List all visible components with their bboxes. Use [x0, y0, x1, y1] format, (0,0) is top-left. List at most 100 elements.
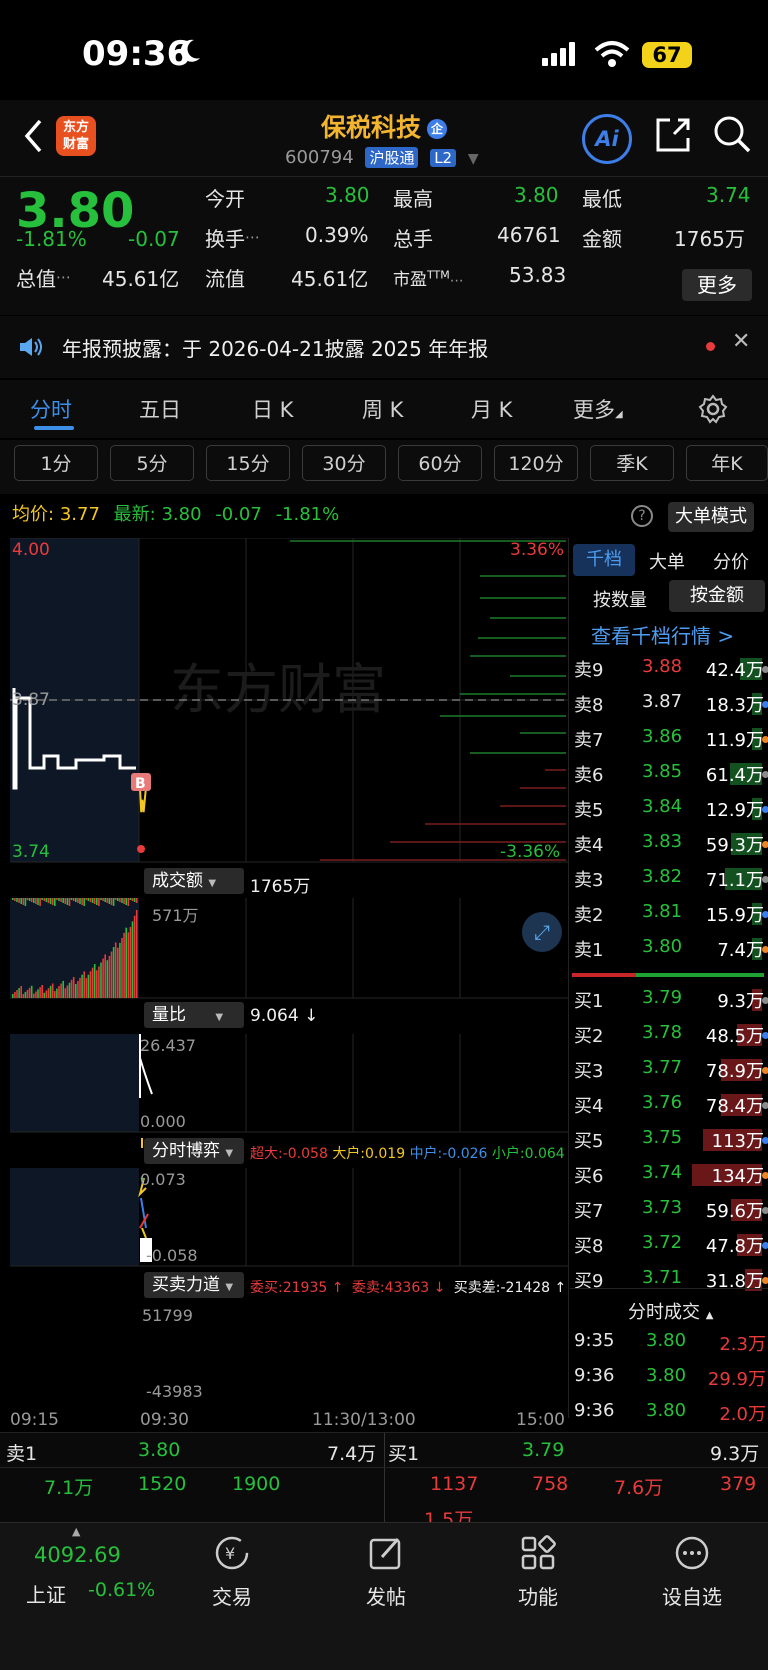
volume-bar	[81, 974, 83, 998]
period-15m[interactable]: 15分	[206, 445, 290, 481]
volume-bar	[79, 977, 81, 998]
index-name[interactable]: 上证	[26, 1579, 66, 1608]
expand-icon[interactable]: ⤢	[522, 912, 562, 952]
buy-row[interactable]: 买4 3.76 78.4万	[572, 1088, 768, 1122]
share-icon[interactable]	[654, 116, 692, 154]
buy-row[interactable]: 买9 3.71 31.8万	[572, 1263, 768, 1297]
tab-week-k[interactable]: 周 K	[362, 394, 403, 424]
tab-big-orders[interactable]: 大单	[649, 548, 685, 574]
period-120m[interactable]: 120分	[494, 445, 578, 481]
volume-bar	[104, 954, 106, 998]
help-icon[interactable]: ?	[631, 505, 653, 527]
sell-row[interactable]: 卖3 3.82 71.1万	[572, 862, 768, 896]
buy-row[interactable]: 买6 3.74 134万	[572, 1158, 768, 1192]
buy-row[interactable]: 买5 3.75 113万	[572, 1123, 768, 1157]
time-label: 09:30	[140, 1410, 189, 1430]
ai-button[interactable]: Ai	[582, 114, 632, 164]
buy-row[interactable]: 买7 3.73 59.6万	[572, 1193, 768, 1227]
nav-add-watchlist[interactable]: 设自选	[637, 1581, 747, 1610]
trade-icon[interactable]: ¥	[214, 1535, 250, 1571]
ratio-indicator-select[interactable]: 量比 ▼	[144, 1002, 244, 1028]
sell-row[interactable]: 卖2 3.81 15.9万	[572, 897, 768, 931]
summary-right-cell: 379	[720, 1473, 757, 1495]
tab-month-k[interactable]: 月 K	[471, 394, 512, 424]
pct-bottom-label: -3.36%	[500, 842, 561, 862]
mktcap-label[interactable]: 总值⋯	[16, 263, 71, 292]
sell-row[interactable]: 卖6 3.85 61.4万	[572, 757, 768, 791]
pe-label[interactable]: 市盈TTM⋯	[393, 265, 464, 290]
buy-row[interactable]: 买3 3.77 78.9万	[572, 1053, 768, 1087]
stock-name[interactable]: 保税科技企	[0, 108, 768, 144]
tick-volume: 2.0万	[719, 1404, 766, 1425]
volume-bar	[100, 898, 102, 900]
force-indicator-select[interactable]: 买卖力道 ▼	[144, 1272, 244, 1298]
summary-right-cell: 1137	[430, 1473, 479, 1495]
turnover-label[interactable]: 换手⋯	[205, 223, 260, 252]
tick-row: 9:35 3.80 2.3万	[572, 1330, 768, 1360]
buy-row[interactable]: 买2 3.78 48.5万	[572, 1018, 768, 1052]
settings-gear-icon[interactable]	[698, 394, 728, 424]
search-icon[interactable]	[712, 114, 752, 154]
premarket-bg	[10, 1168, 139, 1266]
unread-dot	[706, 342, 715, 351]
sell-row[interactable]: 卖1 3.80 7.4万	[572, 932, 768, 966]
level-label: 卖8	[574, 695, 604, 716]
tab-five-day[interactable]: 五日	[139, 394, 181, 424]
view-depth-link[interactable]: 查看千档行情 >	[591, 620, 734, 649]
volume-bar	[51, 983, 54, 998]
nav-post[interactable]: 发帖	[331, 1581, 441, 1610]
change-value: -0.07	[128, 227, 180, 251]
level-dot	[762, 666, 768, 673]
volume-bar	[35, 898, 37, 904]
volume-bar	[43, 992, 46, 998]
volume-bar	[131, 921, 134, 998]
period-year-k[interactable]: 年K	[686, 445, 768, 481]
level-price: 3.72	[642, 1232, 683, 1253]
big-order-mode-button[interactable]: 大单模式	[668, 502, 754, 532]
watchlist-icon[interactable]	[674, 1535, 710, 1571]
volume-bar	[12, 898, 14, 900]
stock-code-row[interactable]: 600794 沪股通 L2 ▼	[285, 147, 479, 168]
period-5m[interactable]: 5分	[110, 445, 194, 481]
amount-indicator-select[interactable]: 成交额 ▼	[144, 868, 244, 894]
sell-row[interactable]: 卖9 3.88 42.4万	[572, 652, 768, 686]
tab-intraday[interactable]: 分时	[30, 394, 72, 424]
sell-row[interactable]: 卖8 3.87 18.3万	[572, 687, 768, 721]
period-60m[interactable]: 60分	[398, 445, 482, 481]
index-value[interactable]: 4092.69	[34, 1543, 121, 1567]
tab-day-k[interactable]: 日 K	[252, 394, 293, 424]
level-label: 买6	[574, 1166, 604, 1187]
notice-text: 年报预披露：于 2026-04-21披露 2025 年年报	[62, 337, 489, 361]
volume-bar	[110, 951, 113, 998]
period-season-k[interactable]: 季K	[590, 445, 674, 481]
more-button[interactable]: 更多	[682, 269, 752, 301]
sell-row[interactable]: 卖5 3.84 12.9万	[572, 792, 768, 826]
ticks-title[interactable]: 分时成交 ▲	[628, 1298, 713, 1324]
functions-icon[interactable]	[520, 1535, 556, 1571]
nav-trade[interactable]: 交易	[177, 1581, 287, 1610]
period-30m[interactable]: 30分	[302, 445, 386, 481]
period-1m[interactable]: 1分	[14, 445, 98, 481]
wifi-icon	[594, 41, 630, 67]
level-price: 3.82	[642, 866, 683, 887]
nav-functions[interactable]: 功能	[483, 1581, 593, 1610]
tab-more[interactable]: 更多◢	[573, 394, 623, 424]
volume-bar	[68, 982, 71, 998]
spread-bar-red	[572, 973, 636, 977]
sort-by-qty[interactable]: 按数量	[593, 586, 647, 612]
level-price: 3.83	[642, 831, 683, 852]
intraday-chart[interactable]: 东方财富 B	[0, 538, 570, 1298]
tab-price-dist[interactable]: 分价	[713, 548, 749, 574]
buy-row[interactable]: 买1 3.79 9.3万	[572, 983, 768, 1017]
sell-row[interactable]: 卖4 3.83 59.3万	[572, 827, 768, 861]
sort-by-amount[interactable]: 按金额	[669, 580, 765, 612]
volume-bar	[89, 898, 92, 902]
close-icon[interactable]: ✕	[732, 329, 750, 354]
sell-row[interactable]: 卖7 3.86 11.9万	[572, 722, 768, 756]
buy-row[interactable]: 买8 3.72 47.8万	[572, 1228, 768, 1262]
summary-buy1-price: 3.79	[522, 1439, 565, 1461]
tab-depth[interactable]: 千档	[573, 544, 635, 576]
game-indicator-select[interactable]: 分时博弈 ▼	[144, 1138, 244, 1164]
post-icon[interactable]	[368, 1535, 404, 1571]
notice-bar[interactable]: 年报预披露：于 2026-04-21披露 2025 年年报 ✕	[0, 316, 768, 378]
